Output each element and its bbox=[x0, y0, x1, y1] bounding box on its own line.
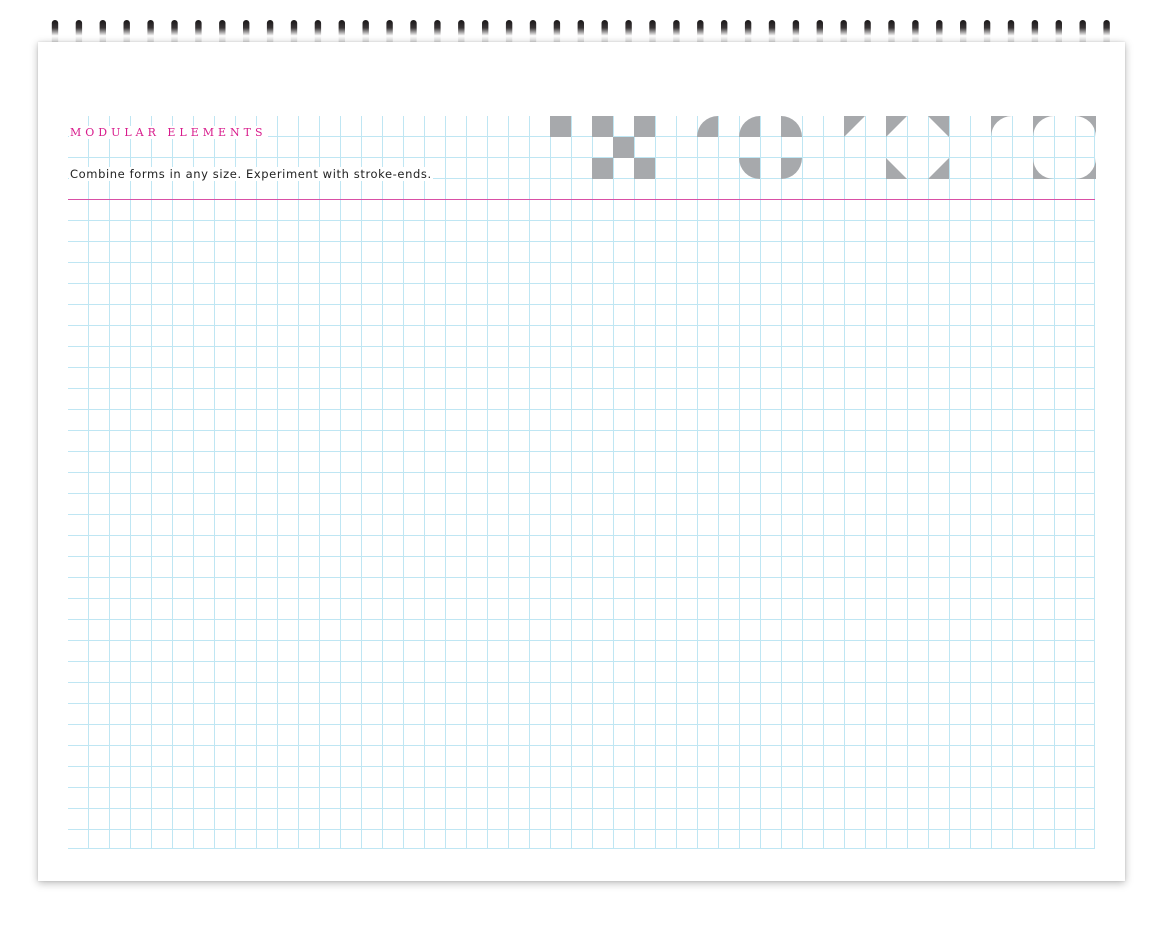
notebook-page: MODULAR ELEMENTS Combine forms in any si… bbox=[38, 42, 1125, 881]
checker-squares-module bbox=[550, 116, 655, 179]
rounded-quarters-module bbox=[697, 116, 802, 179]
rounded-corners-module bbox=[991, 116, 1096, 179]
modular-element-examples bbox=[550, 116, 1096, 179]
triangle-corners-module bbox=[844, 116, 949, 179]
graph-paper-grid bbox=[68, 116, 1095, 849]
